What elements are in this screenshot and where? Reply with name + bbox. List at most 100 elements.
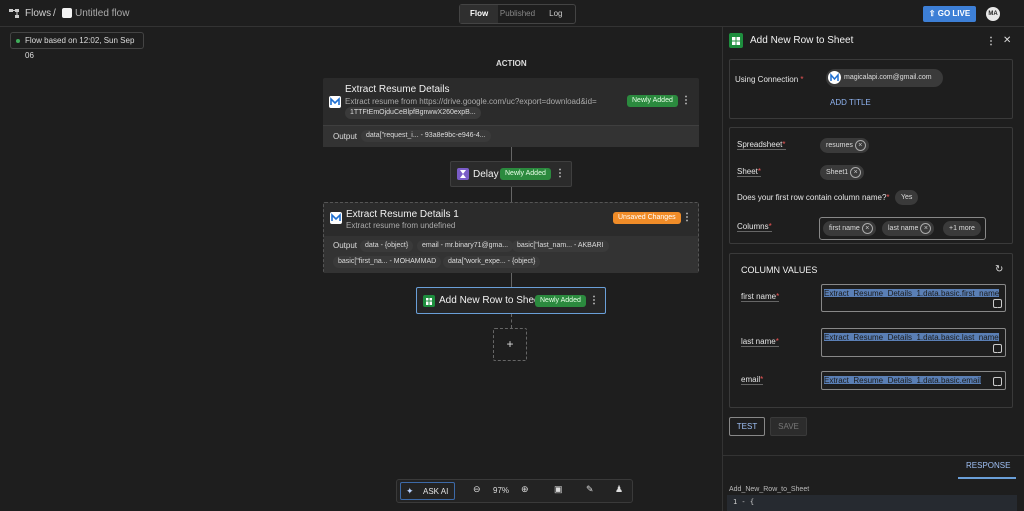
panel-more-icon[interactable]: ⋮	[986, 36, 996, 48]
google-sheets-icon	[729, 33, 743, 48]
test-button[interactable]: TEST	[729, 417, 765, 436]
tab-response[interactable]: RESPONSE	[966, 461, 1010, 470]
field-label-first-name: first name*	[741, 292, 780, 302]
output-chip[interactable]: basic["last_nam... - AKBARI	[512, 240, 609, 252]
more-options-icon[interactable]: ⋮	[682, 212, 692, 224]
tab-flow[interactable]: Flow	[460, 5, 499, 23]
column-values-title: COLUMN VALUES	[741, 265, 818, 275]
sheet-label: Sheet*	[737, 167, 762, 177]
insert-variable-icon[interactable]: +	[993, 299, 1002, 310]
step-add-new-row-to-sheet[interactable]: Add New Row to Sheet Newly Added ⋮	[416, 287, 606, 314]
connector-line	[511, 187, 512, 202]
more-columns-chip[interactable]: +1 more	[943, 221, 981, 236]
sparkle-icon: ✦	[406, 486, 414, 496]
column-chip[interactable]: last name ×	[882, 221, 935, 236]
connector-line	[511, 273, 512, 287]
hourglass-icon	[457, 168, 469, 180]
columns-label: Columns*	[737, 222, 772, 232]
tab-log[interactable]: Log	[537, 5, 575, 23]
step-extract-resume-details[interactable]: Extract Resume Details Extract resume fr…	[323, 78, 699, 147]
sheet-select[interactable]: Sheet1 ×	[820, 165, 865, 180]
spreadsheet-select[interactable]: resumes ×	[820, 138, 869, 153]
output-chip[interactable]: email - mr.binary71@gma...	[417, 240, 514, 252]
response-code-block[interactable]: 1 - {	[727, 495, 1017, 511]
flows-icon	[9, 9, 19, 18]
refresh-icon[interactable]: ↻	[995, 264, 1003, 275]
newly-added-badge: Newly Added	[627, 95, 678, 107]
newly-added-badge: Newly Added	[500, 168, 551, 180]
step-delay[interactable]: Delay Newly Added ⋮	[450, 161, 572, 187]
connection-section: Using Connection * magicalapi.com@gmail.…	[729, 59, 1013, 119]
spreadsheet-label: Spreadsheet*	[737, 140, 786, 150]
more-options-icon[interactable]: ⋮	[589, 295, 599, 307]
remove-icon[interactable]: ×	[861, 223, 873, 234]
google-sheets-icon	[423, 295, 435, 307]
file-id-chip: 1TTFtEmOjduCeBlpfBgnwwX260expB...	[345, 107, 481, 119]
connector-line	[511, 314, 512, 328]
insert-variable-icon[interactable]: +	[993, 377, 1002, 388]
output-bar: Output data["request_i... - 93a8e9bc-e94…	[323, 125, 699, 147]
output-chip[interactable]: data - {object}	[360, 240, 414, 252]
users-icon[interactable]: ♟	[615, 484, 623, 495]
fit-view-icon[interactable]: ▣	[554, 484, 563, 495]
step-title: Extract Resume Details 1	[346, 209, 459, 220]
magicalapi-icon	[329, 96, 341, 108]
output-chip[interactable]: basic["first_na... - MOHAMMAD	[333, 256, 442, 268]
notes-icon[interactable]: ✎	[586, 484, 594, 495]
upload-icon: ⇧	[928, 9, 938, 18]
active-tab-indicator	[958, 477, 1016, 479]
step-title: Add New Row to Sheet	[439, 295, 543, 306]
output-bar: Output data - {object} email - mr.binary…	[324, 236, 698, 273]
step-subtitle: Extract resume from https://drive.google…	[345, 97, 597, 106]
step-subtitle: Extract resume from undefined	[346, 221, 456, 230]
zoom-in-icon[interactable]: ⊕	[521, 484, 529, 495]
zoom-out-icon[interactable]: ⊖	[473, 484, 481, 495]
column-chip[interactable]: first name ×	[823, 221, 876, 236]
remove-icon[interactable]: ×	[850, 167, 862, 178]
unsaved-changes-badge: Unsaved Changes	[613, 212, 681, 224]
first-name-input[interactable]: Extract_Resume_Details_1.data.basic.firs…	[821, 284, 1006, 312]
columns-select[interactable]: first name × last name × +1 more	[819, 217, 986, 240]
divider	[722, 455, 1024, 456]
magicalapi-icon	[828, 71, 841, 84]
tab-published[interactable]: Published	[498, 5, 536, 23]
avatar[interactable]: MA	[986, 7, 1000, 21]
close-icon[interactable]: ✕	[1003, 35, 1011, 46]
action-label: ACTION	[496, 59, 527, 68]
magicalapi-icon	[330, 212, 342, 224]
breadcrumb-flows[interactable]: Flows	[25, 8, 51, 19]
go-live-button[interactable]: ⇧ GO LIVE	[923, 6, 976, 22]
sheet-config-section: Spreadsheet* resumes × Sheet* Sheet1 × Doe…	[729, 127, 1013, 244]
email-input[interactable]: Extract_Resume_Details_1.data.basic.emai…	[821, 371, 1006, 390]
breadcrumb-separator: /	[53, 8, 56, 19]
field-label-email: email*	[741, 375, 764, 385]
status-dot	[16, 39, 20, 43]
connection-label: Using Connection *	[735, 75, 804, 84]
top-bar: Flows / Untitled flow Flow Published Log…	[0, 0, 1024, 27]
more-options-icon[interactable]: ⋮	[681, 95, 691, 107]
output-chip[interactable]: data["request_i... - 93a8e9bc-e946-4...	[361, 130, 491, 142]
connection-chip[interactable]: magicalapi.com@gmail.com	[826, 69, 943, 87]
add-step-button[interactable]: +	[493, 328, 527, 361]
flow-file-icon	[62, 8, 72, 18]
field-label-last-name: last name*	[741, 337, 779, 347]
step-title: Extract Resume Details	[345, 84, 450, 95]
zoom-level: 97%	[493, 486, 510, 495]
remove-icon[interactable]: ×	[854, 140, 866, 151]
view-tabs: Flow Published Log	[459, 4, 576, 24]
flow-version-badge: Flow based on 12:02, Sun Sep 06	[10, 32, 144, 60]
ask-ai-button[interactable]: ✦ ASK AI	[400, 482, 455, 500]
more-options-icon[interactable]: ⋮	[555, 168, 565, 180]
first-row-label: Does your first row contain column name?…	[737, 193, 890, 202]
first-row-toggle[interactable]: Yes	[895, 190, 919, 205]
step-extract-resume-details-1[interactable]: Extract Resume Details 1 Extract resume …	[323, 202, 699, 273]
last-name-input[interactable]: Extract_Resume_Details_1.data.basic.last…	[821, 328, 1006, 357]
add-title-link[interactable]: ADD TITLE	[830, 98, 871, 107]
save-button[interactable]: SAVE	[770, 417, 807, 436]
insert-variable-icon[interactable]: +	[993, 344, 1002, 355]
remove-icon[interactable]: ×	[920, 223, 932, 234]
output-chip[interactable]: data["work_expe... - {object}	[443, 256, 541, 268]
canvas-toolbar: ✦ ASK AI ⊖ 97% ⊕ ▣ ✎ ♟	[396, 479, 633, 503]
panel-title: Add New Row to Sheet	[750, 35, 854, 46]
flow-name[interactable]: Untitled flow	[75, 8, 129, 19]
